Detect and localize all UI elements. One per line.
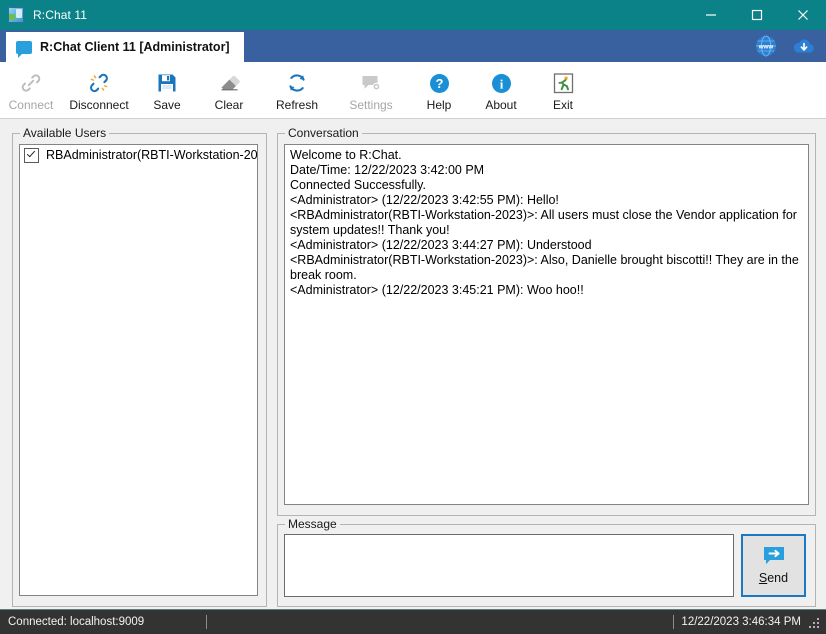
resize-grip-icon[interactable] xyxy=(809,616,821,628)
toolbar-label-disconnect: Disconnect xyxy=(69,98,129,112)
toolbar-button-clear[interactable]: Clear xyxy=(198,67,260,112)
exit-running-man-icon xyxy=(550,70,576,96)
svg-text:?: ? xyxy=(435,76,443,91)
send-button[interactable]: Send xyxy=(741,534,806,597)
conversation-line: <Administrator> (12/22/2023 3:45:21 PM):… xyxy=(290,283,584,297)
svg-text:www: www xyxy=(758,43,774,50)
send-accesskey: S xyxy=(758,571,768,585)
toolbar-label-settings: Settings xyxy=(349,98,393,112)
conversation-line: <RBAdministrator(RBTI-Workstation-2023)>… xyxy=(290,253,799,282)
user-name-label: RBAdministrator(RBTI-Workstation-2023) xyxy=(46,148,258,162)
toolbar-button-exit[interactable]: Exit xyxy=(532,67,594,112)
message-input[interactable] xyxy=(284,534,734,597)
conversation-line: Connected Successfully. xyxy=(290,178,426,192)
list-item[interactable]: RBAdministrator(RBTI-Workstation-2023) xyxy=(20,145,257,165)
tab-strip: R:Chat Client 11 [Administrator] www xyxy=(0,30,826,62)
available-users-title: Available Users xyxy=(20,126,110,140)
available-users-panel: Available Users RBAdministrator(RBTI-Wor… xyxy=(12,126,267,607)
question-circle-icon: ? xyxy=(426,70,452,96)
conversation-line: <RBAdministrator(RBTI-Workstation-2023)>… xyxy=(290,208,797,237)
conversation-line: <Administrator> (12/22/2023 3:42:55 PM):… xyxy=(290,193,559,207)
conversation-line: <Administrator> (12/22/2023 3:44:27 PM):… xyxy=(290,238,592,252)
toolbar-button-disconnect[interactable]: Disconnect xyxy=(62,67,136,112)
minimize-button[interactable] xyxy=(688,0,734,30)
tab-label: R:Chat Client 11 [Administrator] xyxy=(40,40,230,54)
chat-bubble-icon xyxy=(16,40,32,58)
available-users-list[interactable]: RBAdministrator(RBTI-Workstation-2023) xyxy=(19,144,258,596)
toolbar-button-refresh[interactable]: Refresh xyxy=(260,67,334,112)
close-button[interactable] xyxy=(780,0,826,30)
status-timestamp: 12/22/2023 3:46:34 PM xyxy=(681,616,801,628)
eraser-icon xyxy=(216,70,242,96)
toolbar-label-clear: Clear xyxy=(214,98,244,112)
send-bubble-arrow-icon xyxy=(762,546,786,566)
broken-link-icon xyxy=(18,70,44,96)
toolbar-label-save: Save xyxy=(153,98,181,112)
svg-text:i: i xyxy=(499,76,503,91)
user-checkbox[interactable] xyxy=(24,147,39,163)
floppy-disk-icon xyxy=(154,70,180,96)
toolbar-button-connect[interactable]: Connect xyxy=(0,67,62,112)
toolbar-label-refresh: Refresh xyxy=(275,98,319,112)
window-title: R:Chat 11 xyxy=(33,8,88,22)
toolbar-label-connect: Connect xyxy=(8,98,54,112)
download-cloud-icon[interactable] xyxy=(792,34,816,58)
toolbar-button-about[interactable]: i About xyxy=(470,67,532,112)
status-separator-right xyxy=(673,615,675,629)
chat-gear-icon xyxy=(358,70,384,96)
status-bar: Connected: localhost:9009 12/22/2023 3:4… xyxy=(0,609,826,634)
title-bar: R:Chat 11 xyxy=(0,0,826,30)
send-label-rest: end xyxy=(767,571,789,585)
tab-rchat-client[interactable]: R:Chat Client 11 [Administrator] xyxy=(6,32,244,62)
toolbar-button-help[interactable]: ? Help xyxy=(408,67,470,112)
message-title: Message xyxy=(285,517,340,531)
tab-actions: www xyxy=(754,30,816,62)
conversation-panel: Conversation Welcome to R:Chat. Date/Tim… xyxy=(277,126,816,516)
window-controls xyxy=(688,0,826,30)
main-toolbar: Connect Disconnect Save Clear Refresh Se… xyxy=(0,62,826,119)
message-panel: Message Send xyxy=(277,517,816,607)
toolbar-label-about: About xyxy=(485,98,517,112)
www-globe-icon[interactable]: www xyxy=(754,34,778,58)
toolbar-button-save[interactable]: Save xyxy=(136,67,198,112)
toolbar-label-help: Help xyxy=(426,98,452,112)
conversation-title: Conversation xyxy=(285,126,362,140)
info-circle-icon: i xyxy=(488,70,514,96)
send-button-label: Send xyxy=(759,571,788,585)
conversation-line: Date/Time: 12/22/2023 3:42:00 PM xyxy=(290,163,485,177)
disconnect-link-icon xyxy=(86,70,112,96)
status-connection: Connected: localhost:9009 xyxy=(8,616,145,628)
toolbar-button-settings[interactable]: Settings xyxy=(334,67,408,112)
conversation-line: Welcome to R:Chat. xyxy=(290,148,402,162)
application-window: R:Chat 11 R:Chat Client 11 [Administrato… xyxy=(0,0,826,634)
maximize-button[interactable] xyxy=(734,0,780,30)
refresh-arrows-icon xyxy=(284,70,310,96)
conversation-textbox[interactable]: Welcome to R:Chat. Date/Time: 12/22/2023… xyxy=(284,144,809,505)
toolbar-label-exit: Exit xyxy=(552,98,573,112)
status-separator-left xyxy=(206,615,208,629)
rchat-app-icon xyxy=(8,7,24,23)
